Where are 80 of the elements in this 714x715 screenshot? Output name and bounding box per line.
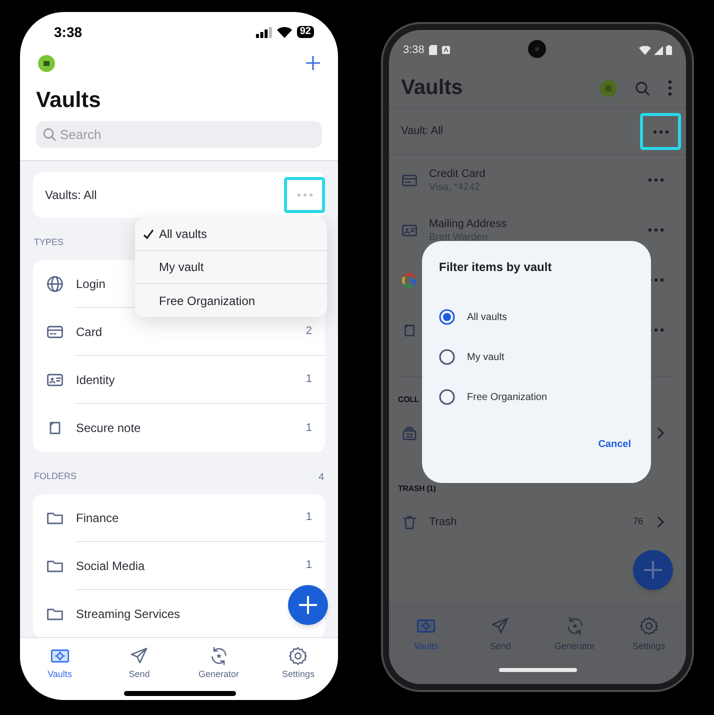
radio-option[interactable]: My vault: [439, 337, 631, 377]
menu-item[interactable]: Free Organization: [135, 284, 327, 317]
tab[interactable]: Generator: [179, 638, 258, 700]
id-card-icon: [401, 222, 418, 238]
option-label: Free Organization: [467, 390, 548, 404]
battery-level: 92: [296, 26, 314, 38]
filter-label: Vault: All: [401, 124, 443, 140]
add-icon: [644, 561, 662, 579]
section-heading: TYPES: [34, 236, 64, 250]
cancel-button[interactable]: Cancel: [598, 437, 631, 452]
item-title: Credit Card: [429, 166, 486, 180]
sd-card-icon: [429, 45, 438, 55]
section-count: 4: [318, 470, 324, 484]
more-button[interactable]: [284, 177, 325, 213]
more-icon: [648, 178, 664, 182]
row-count: 1: [306, 510, 312, 526]
tab[interactable]: Settings: [258, 638, 338, 700]
search-field[interactable]: Search: [36, 121, 322, 148]
battery-icon: [666, 45, 672, 55]
app-icon: [442, 46, 450, 54]
more-button[interactable]: [640, 113, 681, 150]
dialog-title: Filter items by vault: [439, 259, 553, 275]
item-title: Mailing Address: [429, 216, 508, 230]
refresh-star-icon: [564, 616, 585, 636]
row-label[interactable]: Streaming Services: [76, 605, 180, 623]
card-icon: [46, 323, 64, 341]
settings-icon: [638, 616, 659, 636]
row-count: 1: [306, 372, 312, 388]
row-count: 2: [306, 324, 312, 340]
wifi-icon: [276, 26, 292, 38]
section-heading: FOLDERS: [34, 470, 77, 484]
row-count: 76: [632, 515, 643, 528]
row-label[interactable]: Identity: [76, 370, 115, 388]
multicolor-ring-icon: [401, 272, 418, 288]
globe-icon: [46, 275, 64, 293]
settings-icon: [288, 646, 308, 666]
row-count: 1: [306, 420, 312, 436]
chevron-right-icon: [657, 427, 664, 439]
row-label[interactable]: Card: [76, 322, 102, 340]
more-icon: [652, 130, 668, 134]
search-icon: [43, 128, 56, 141]
add-icon[interactable]: [306, 56, 320, 70]
add-icon: [299, 596, 317, 614]
id-card-icon: [46, 371, 64, 389]
camera-icon: [528, 40, 546, 58]
radio-option[interactable]: Free Organization: [439, 377, 631, 417]
section-heading: COLL: [398, 394, 419, 406]
more-icon: [296, 193, 312, 197]
page-title: Vaults: [401, 75, 463, 102]
option-label: My vault: [467, 350, 504, 364]
status-time: 3:38: [54, 22, 82, 42]
paper-plane-icon: [490, 616, 510, 636]
menu-item[interactable]: My vault: [135, 251, 327, 284]
row-label[interactable]: Social Media: [76, 556, 145, 574]
wifi-icon: [639, 46, 651, 54]
row-label[interactable]: Finance: [76, 508, 119, 526]
more-icon: [648, 228, 664, 232]
radio-option[interactable]: All vaults: [439, 297, 631, 337]
page-title: Vaults: [35, 86, 102, 114]
signal-icon: [654, 46, 663, 54]
row-count: 1: [306, 558, 312, 574]
tab[interactable]: Send: [100, 638, 179, 700]
row-label[interactable]: Login: [76, 274, 106, 292]
chevron-right-icon: [657, 516, 664, 528]
paper-plane-icon: [129, 646, 150, 666]
section-heading: TRASH (1): [398, 483, 436, 495]
building-icon: [401, 424, 418, 442]
avatar-icon[interactable]: [38, 54, 55, 72]
row-label[interactable]: Secure note: [76, 419, 141, 437]
menu-item[interactable]: All vaults: [135, 218, 327, 251]
trash-icon: [401, 514, 418, 530]
filter-label: Vaults: All: [45, 187, 97, 204]
tab[interactable]: Vaults: [20, 638, 100, 700]
kebab-menu-icon[interactable]: [668, 80, 672, 96]
refresh-star-icon: [208, 646, 229, 666]
search-icon[interactable]: [635, 80, 650, 96]
option-label: All vaults: [467, 310, 508, 324]
status-time: 3:38: [403, 42, 424, 58]
card-icon: [401, 172, 418, 188]
signal-icon: [256, 26, 272, 38]
